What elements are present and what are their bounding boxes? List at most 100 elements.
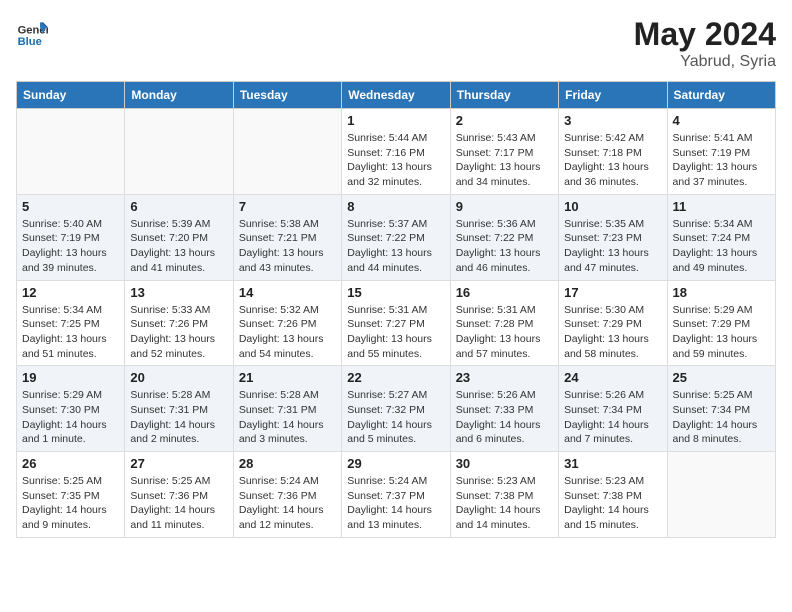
day-info: Sunrise: 5:34 AM Sunset: 7:24 PM Dayligh… (673, 217, 770, 276)
day-info: Sunrise: 5:29 AM Sunset: 7:30 PM Dayligh… (22, 388, 119, 447)
calendar-cell (17, 109, 125, 195)
day-number: 6 (130, 199, 227, 214)
day-number: 23 (456, 370, 553, 385)
calendar-week-row: 12 Sunrise: 5:34 AM Sunset: 7:25 PM Dayli… (17, 280, 776, 366)
calendar-cell: 22 Sunrise: 5:27 AM Sunset: 7:32 PM Dayli… (342, 366, 450, 452)
day-number: 1 (347, 113, 444, 128)
day-info: Sunrise: 5:26 AM Sunset: 7:34 PM Dayligh… (564, 388, 661, 447)
day-number: 26 (22, 456, 119, 471)
calendar-week-row: 19 Sunrise: 5:29 AM Sunset: 7:30 PM Dayli… (17, 366, 776, 452)
day-info: Sunrise: 5:31 AM Sunset: 7:28 PM Dayligh… (456, 303, 553, 362)
day-number: 3 (564, 113, 661, 128)
calendar-cell: 16 Sunrise: 5:31 AM Sunset: 7:28 PM Dayli… (450, 280, 558, 366)
day-info: Sunrise: 5:43 AM Sunset: 7:17 PM Dayligh… (456, 131, 553, 190)
day-number: 29 (347, 456, 444, 471)
day-number: 31 (564, 456, 661, 471)
day-number: 4 (673, 113, 770, 128)
weekday-header-friday: Friday (559, 82, 667, 109)
calendar-cell: 14Sunrise: 5:32 AM Sunset: 7:26 PM Dayli… (233, 280, 341, 366)
day-info: Sunrise: 5:44 AM Sunset: 7:16 PM Dayligh… (347, 131, 444, 190)
calendar-cell: 18 Sunrise: 5:29 AM Sunset: 7:29 PM Dayli… (667, 280, 775, 366)
calendar-cell: 25 Sunrise: 5:25 AM Sunset: 7:34 PM Dayli… (667, 366, 775, 452)
calendar-cell: 20 Sunrise: 5:28 AM Sunset: 7:31 PM Dayli… (125, 366, 233, 452)
calendar-cell (667, 452, 775, 538)
day-info: Sunrise: 5:24 AM Sunset: 7:37 PM Dayligh… (347, 474, 444, 533)
day-number: 24 (564, 370, 661, 385)
day-info: Sunrise: 5:24 AM Sunset: 7:36 PM Dayligh… (239, 474, 336, 533)
day-info: Sunrise: 5:27 AM Sunset: 7:32 PM Dayligh… (347, 388, 444, 447)
day-number: 16 (456, 285, 553, 300)
calendar-cell: 12 Sunrise: 5:34 AM Sunset: 7:25 PM Dayli… (17, 280, 125, 366)
day-info: Sunrise: 5:39 AM Sunset: 7:20 PM Dayligh… (130, 217, 227, 276)
day-number: 13 (130, 285, 227, 300)
calendar-cell: 3 Sunrise: 5:42 AM Sunset: 7:18 PM Daylig… (559, 109, 667, 195)
day-number: 28 (239, 456, 336, 471)
day-info: Sunrise: 5:38 AM Sunset: 7:21 PM Dayligh… (239, 217, 336, 276)
day-number: 5 (22, 199, 119, 214)
weekday-header-sunday: Sunday (17, 82, 125, 109)
day-info: Sunrise: 5:23 AM Sunset: 7:38 PM Dayligh… (564, 474, 661, 533)
calendar-week-row: 5 Sunrise: 5:40 AM Sunset: 7:19 PM Daylig… (17, 194, 776, 280)
day-number: 19 (22, 370, 119, 385)
weekday-header-saturday: Saturday (667, 82, 775, 109)
weekday-header-row: SundayMondayTuesdayWednesdayThursdayFrid… (17, 82, 776, 109)
calendar-cell: 31 Sunrise: 5:23 AM Sunset: 7:38 PM Dayli… (559, 452, 667, 538)
month-year-title: May 2024 (634, 16, 776, 53)
calendar-cell: 30Sunrise: 5:23 AM Sunset: 7:38 PM Dayli… (450, 452, 558, 538)
day-number: 20 (130, 370, 227, 385)
calendar-cell: 6 Sunrise: 5:39 AM Sunset: 7:20 PM Daylig… (125, 194, 233, 280)
day-number: 15 (347, 285, 444, 300)
day-number: 21 (239, 370, 336, 385)
day-number: 2 (456, 113, 553, 128)
day-number: 12 (22, 285, 119, 300)
calendar-week-row: 1 Sunrise: 5:44 AM Sunset: 7:16 PM Daylig… (17, 109, 776, 195)
calendar-cell: 4 Sunrise: 5:41 AM Sunset: 7:19 PM Daylig… (667, 109, 775, 195)
day-number: 17 (564, 285, 661, 300)
day-info: Sunrise: 5:28 AM Sunset: 7:31 PM Dayligh… (130, 388, 227, 447)
day-number: 7 (239, 199, 336, 214)
calendar-week-row: 26 Sunrise: 5:25 AM Sunset: 7:35 PM Dayli… (17, 452, 776, 538)
weekday-header-monday: Monday (125, 82, 233, 109)
day-info: Sunrise: 5:34 AM Sunset: 7:25 PM Dayligh… (22, 303, 119, 362)
calendar-cell: 23Sunrise: 5:26 AM Sunset: 7:33 PM Dayli… (450, 366, 558, 452)
calendar-cell (125, 109, 233, 195)
day-info: Sunrise: 5:25 AM Sunset: 7:35 PM Dayligh… (22, 474, 119, 533)
calendar-cell: 29 Sunrise: 5:24 AM Sunset: 7:37 PM Dayli… (342, 452, 450, 538)
day-info: Sunrise: 5:41 AM Sunset: 7:19 PM Dayligh… (673, 131, 770, 190)
calendar-cell: 5 Sunrise: 5:40 AM Sunset: 7:19 PM Daylig… (17, 194, 125, 280)
day-number: 10 (564, 199, 661, 214)
day-info: Sunrise: 5:32 AM Sunset: 7:26 PM Dayligh… (239, 303, 336, 362)
calendar-cell: 15 Sunrise: 5:31 AM Sunset: 7:27 PM Dayli… (342, 280, 450, 366)
title-block: May 2024 Yabrud, Syria (634, 16, 776, 71)
calendar-cell: 9Sunrise: 5:36 AM Sunset: 7:22 PM Daylig… (450, 194, 558, 280)
day-info: Sunrise: 5:36 AM Sunset: 7:22 PM Dayligh… (456, 217, 553, 276)
day-number: 18 (673, 285, 770, 300)
location-subtitle: Yabrud, Syria (634, 53, 776, 71)
calendar-cell: 10Sunrise: 5:35 AM Sunset: 7:23 PM Dayli… (559, 194, 667, 280)
calendar-table: SundayMondayTuesdayWednesdayThursdayFrid… (16, 81, 776, 538)
day-info: Sunrise: 5:28 AM Sunset: 7:31 PM Dayligh… (239, 388, 336, 447)
weekday-header-tuesday: Tuesday (233, 82, 341, 109)
day-info: Sunrise: 5:23 AM Sunset: 7:38 PM Dayligh… (456, 474, 553, 533)
day-number: 25 (673, 370, 770, 385)
calendar-cell: 27Sunrise: 5:25 AM Sunset: 7:36 PM Dayli… (125, 452, 233, 538)
calendar-cell: 2 Sunrise: 5:43 AM Sunset: 7:17 PM Daylig… (450, 109, 558, 195)
logo-icon: General Blue (16, 16, 48, 48)
page-header: General Blue May 2024 Yabrud, Syria (16, 16, 776, 71)
day-number: 22 (347, 370, 444, 385)
calendar-cell: 8Sunrise: 5:37 AM Sunset: 7:22 PM Daylig… (342, 194, 450, 280)
calendar-cell: 28 Sunrise: 5:24 AM Sunset: 7:36 PM Dayli… (233, 452, 341, 538)
day-number: 11 (673, 199, 770, 214)
day-info: Sunrise: 5:40 AM Sunset: 7:19 PM Dayligh… (22, 217, 119, 276)
day-info: Sunrise: 5:29 AM Sunset: 7:29 PM Dayligh… (673, 303, 770, 362)
svg-text:Blue: Blue (18, 36, 42, 48)
calendar-cell: 17Sunrise: 5:30 AM Sunset: 7:29 PM Dayli… (559, 280, 667, 366)
calendar-cell: 19 Sunrise: 5:29 AM Sunset: 7:30 PM Dayli… (17, 366, 125, 452)
calendar-cell: 7 Sunrise: 5:38 AM Sunset: 7:21 PM Daylig… (233, 194, 341, 280)
logo: General Blue (16, 16, 48, 48)
day-info: Sunrise: 5:25 AM Sunset: 7:34 PM Dayligh… (673, 388, 770, 447)
day-info: Sunrise: 5:31 AM Sunset: 7:27 PM Dayligh… (347, 303, 444, 362)
day-info: Sunrise: 5:42 AM Sunset: 7:18 PM Dayligh… (564, 131, 661, 190)
calendar-cell: 1 Sunrise: 5:44 AM Sunset: 7:16 PM Daylig… (342, 109, 450, 195)
calendar-cell: 11 Sunrise: 5:34 AM Sunset: 7:24 PM Dayli… (667, 194, 775, 280)
